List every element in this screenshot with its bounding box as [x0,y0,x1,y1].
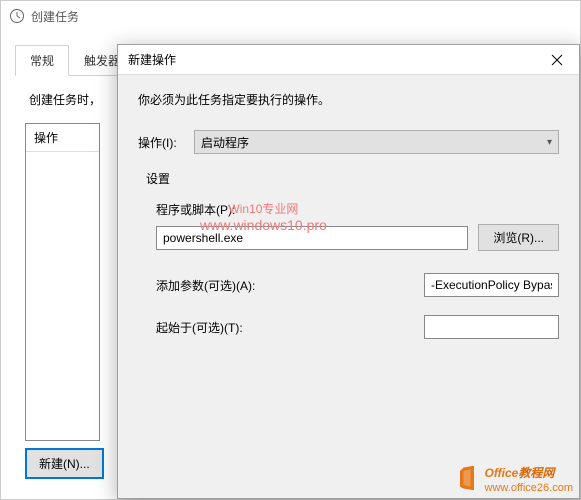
startin-input[interactable] [424,315,559,339]
program-label: 程序或脚本(P): [156,201,559,218]
chevron-down-icon: ▾ [547,137,552,148]
action-dropdown[interactable]: 启动程序 ▾ [194,130,559,154]
close-button[interactable] [534,45,579,75]
new-action-dialog: 新建操作 你必须为此任务指定要执行的操作。 操作(I): 启动程序 ▾ 设置 程… [117,44,580,499]
dialog-title: 新建操作 [128,51,176,68]
arguments-label: 添加参数(可选)(A): [156,277,424,294]
window-title: 创建任务 [31,8,79,25]
window-titlebar: 创建任务 [1,1,580,31]
task-icon [9,8,25,24]
actions-column-header[interactable]: 操作 [26,124,99,152]
arguments-input[interactable] [424,273,559,297]
startin-label: 起始于(可选)(T): [156,319,424,336]
settings-label: 设置 [146,170,559,187]
action-label: 操作(I): [138,134,194,151]
browse-button[interactable]: 浏览(R)... [478,224,559,251]
task-description: 创建任务时， [29,91,101,108]
program-input[interactable] [156,226,468,250]
action-dropdown-value: 启动程序 [201,134,249,151]
close-icon [551,54,563,66]
dialog-titlebar: 新建操作 [118,45,579,75]
new-action-button[interactable]: 新建(N)... [25,448,104,479]
actions-list[interactable]: 操作 [25,123,100,441]
dialog-instruction: 你必须为此任务指定要执行的操作。 [138,91,559,108]
tab-general[interactable]: 常规 [15,45,69,76]
